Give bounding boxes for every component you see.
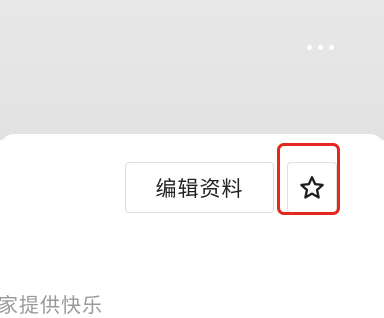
favorite-button[interactable]	[287, 162, 337, 213]
more-dots-icon	[306, 44, 312, 50]
edit-profile-button[interactable]: 编辑资料	[125, 162, 274, 213]
star-outline-icon	[300, 175, 324, 199]
profile-card	[0, 134, 384, 306]
profile-bio: 家提供快乐	[0, 293, 103, 317]
profile-banner	[0, 0, 384, 140]
more-options-button[interactable]	[296, 33, 344, 61]
